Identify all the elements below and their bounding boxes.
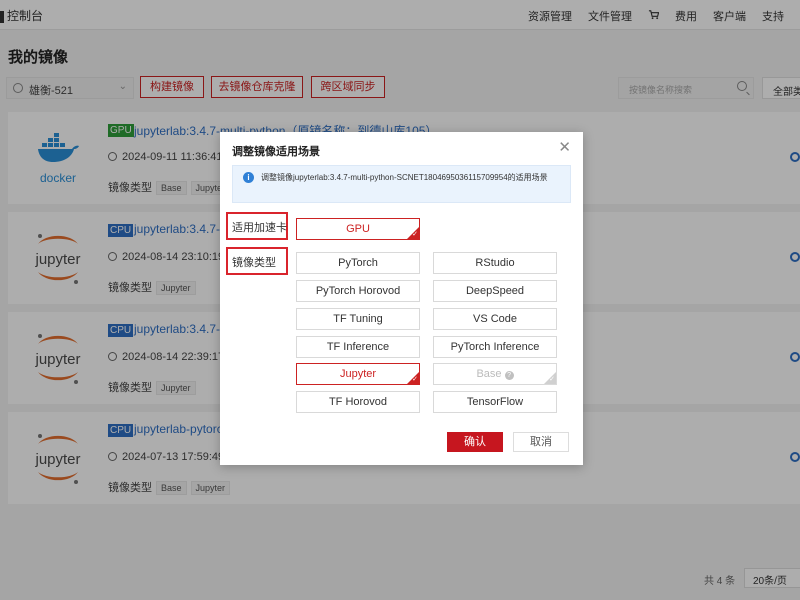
option-pytorch-horovod[interactable]: PyTorch Horovod	[296, 280, 420, 302]
info-alert: i 调整镜像jupyterlab:3.4.7-multi-python-SCNE…	[232, 165, 571, 203]
option-gpu[interactable]: GPU ✓	[296, 218, 420, 240]
option-deepspeed[interactable]: DeepSpeed	[433, 280, 557, 302]
accel-card-label: 适用加速卡	[226, 212, 288, 240]
cancel-button[interactable]: 取消	[513, 432, 569, 452]
help-icon[interactable]: ?	[504, 371, 514, 380]
check-icon: ✓	[412, 376, 418, 383]
image-type-label: 镜像类型	[226, 247, 288, 275]
info-text: 调整镜像jupyterlab:3.4.7-multi-python-SCNET1…	[261, 173, 548, 182]
option-pytorch[interactable]: PyTorch	[296, 252, 420, 274]
option-tf-inference[interactable]: TF Inference	[296, 336, 420, 358]
close-icon[interactable]: ✕	[558, 138, 571, 156]
modal-title: 调整镜像适用场景	[232, 146, 320, 158]
check-icon: ✓	[549, 376, 555, 383]
confirm-button[interactable]: 确认	[447, 432, 503, 452]
option-vs-code[interactable]: VS Code	[433, 308, 557, 330]
info-icon: i	[243, 172, 254, 183]
option-tf-tuning[interactable]: TF Tuning	[296, 308, 420, 330]
option-pytorch-inference[interactable]: PyTorch Inference	[433, 336, 557, 358]
option-rstudio[interactable]: RStudio	[433, 252, 557, 274]
option-jupyter[interactable]: Jupyter ✓	[296, 363, 420, 385]
option-base: Base? ✓	[433, 363, 557, 385]
check-icon: ✓	[412, 231, 418, 238]
option-label: GPU	[346, 223, 370, 235]
option-tf-horovod[interactable]: TF Horovod	[296, 391, 420, 413]
option-label: Jupyter	[339, 368, 377, 380]
option-tensorflow[interactable]: TensorFlow	[433, 391, 557, 413]
option-label: Base	[476, 368, 502, 380]
adjust-scenario-modal: 调整镜像适用场景 ✕ i 调整镜像jupyterlab:3.4.7-multi-…	[220, 132, 583, 465]
